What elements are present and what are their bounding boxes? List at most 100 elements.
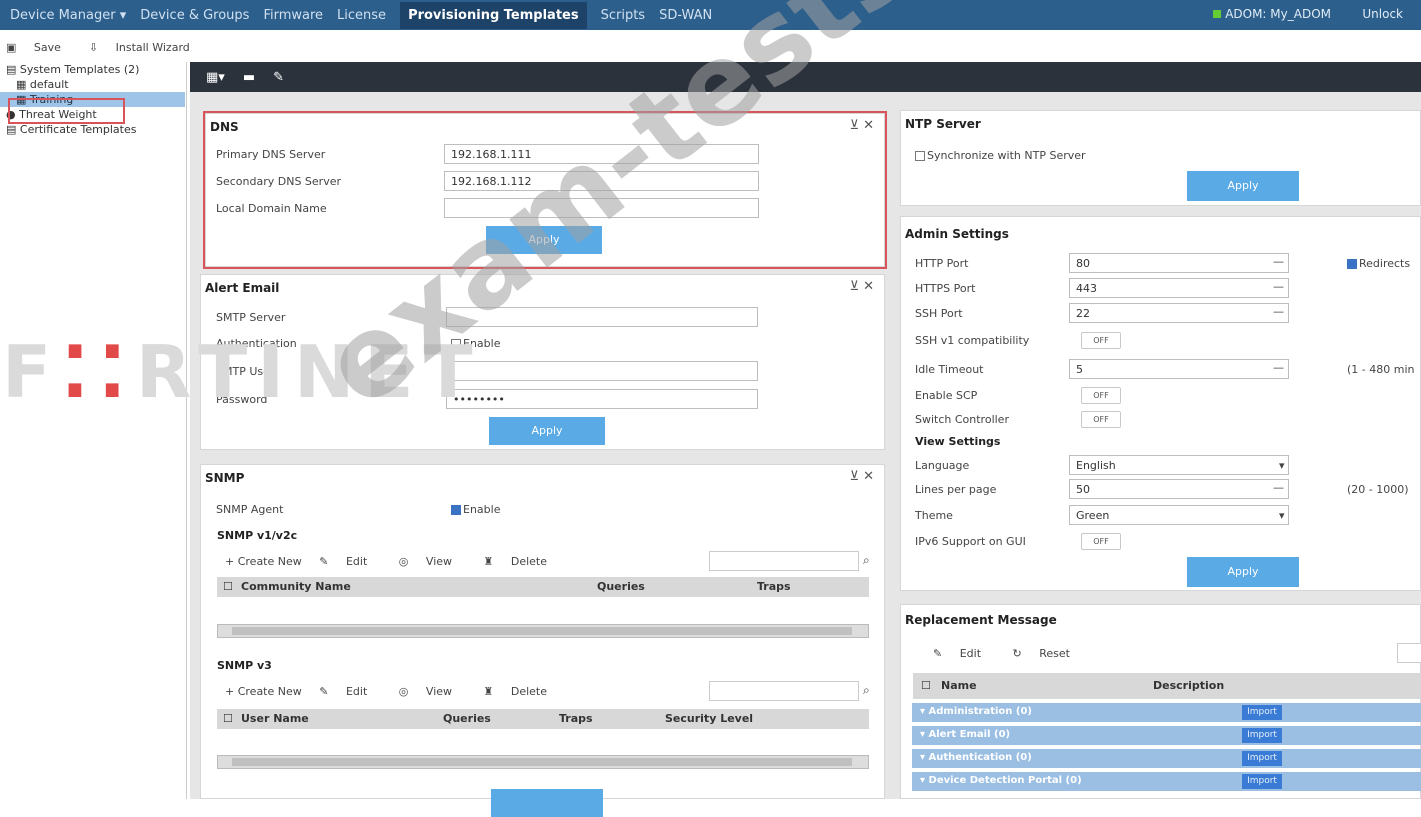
- edit-button[interactable]: ✎ Edit: [933, 647, 995, 660]
- import-button[interactable]: Import: [1242, 774, 1282, 789]
- snmp-agent-checkbox[interactable]: Enable: [451, 503, 500, 516]
- panel-title: SNMP: [205, 471, 245, 485]
- adom-selector[interactable]: ADOM: My_ADOM: [1213, 7, 1331, 21]
- edit-icon[interactable]: ✎: [273, 70, 284, 85]
- snmp-apply-button[interactable]: [491, 789, 603, 817]
- nav-scripts[interactable]: Scripts: [601, 8, 645, 23]
- scrollbar-thumb[interactable]: [232, 758, 852, 766]
- nav-sdwan[interactable]: SD-WAN: [659, 8, 712, 23]
- nav-provisioning-templates[interactable]: Provisioning Templates: [400, 1, 587, 29]
- pin-icon[interactable]: ⊻: [849, 279, 859, 294]
- scp-toggle[interactable]: OFF: [1081, 387, 1121, 404]
- layout-icon[interactable]: ▦▾: [206, 70, 225, 85]
- horizontal-scrollbar[interactable]: [217, 624, 869, 638]
- chevron-down-icon[interactable]: ▾: [1279, 459, 1285, 472]
- pin-icon[interactable]: ⊻: [849, 469, 859, 484]
- table-row[interactable]: ▾ Alert Email (0) Import: [912, 726, 1421, 745]
- save-button[interactable]: ▣ Save: [6, 41, 75, 54]
- smtp-server-input[interactable]: [446, 307, 758, 327]
- import-button[interactable]: Import: [1242, 705, 1282, 720]
- widget-icon[interactable]: ▬: [243, 70, 255, 85]
- theme-select[interactable]: Green: [1069, 505, 1289, 525]
- row-label: Alert Email (0): [928, 729, 1011, 740]
- create-new-button[interactable]: + Create New: [225, 685, 302, 698]
- folder-icon: ▤: [6, 63, 20, 76]
- stepper-icon[interactable]: —: [1273, 280, 1284, 293]
- checkbox-label: Enable: [463, 503, 501, 516]
- idle-timeout-input[interactable]: 5: [1069, 359, 1289, 379]
- reset-icon: ↻: [1012, 647, 1026, 660]
- select-all-checkbox[interactable]: ☐: [921, 679, 931, 692]
- redirect-checkbox[interactable]: Redirects: [1347, 257, 1410, 270]
- reset-button[interactable]: ↻ Reset: [1013, 647, 1084, 660]
- switch-controller-toggle[interactable]: OFF: [1081, 411, 1121, 428]
- unlock-button[interactable]: Unlock: [1362, 7, 1403, 21]
- delete-button[interactable]: ♜ Delete: [484, 685, 562, 698]
- install-icon: ⇩: [88, 40, 102, 54]
- nav-license[interactable]: License: [337, 8, 386, 23]
- stepper-icon[interactable]: —: [1273, 305, 1284, 318]
- delete-button[interactable]: ♜ Delete: [484, 555, 562, 568]
- table-row[interactable]: ▾ Administration (0) Import: [912, 703, 1421, 722]
- create-new-button[interactable]: + Create New: [225, 555, 302, 568]
- checkbox-icon: [451, 505, 461, 515]
- edit-button[interactable]: ✎ Edit: [319, 685, 381, 698]
- nav-device-groups[interactable]: Device & Groups: [140, 8, 249, 23]
- adom-icon: [1213, 10, 1222, 18]
- close-icon[interactable]: ✕: [863, 469, 874, 484]
- ssh-port-input[interactable]: 22: [1069, 303, 1289, 323]
- stepper-icon[interactable]: —: [1273, 361, 1284, 374]
- row-label: Authentication (0): [928, 752, 1032, 763]
- language-select[interactable]: English: [1069, 455, 1289, 475]
- tree-system-templates[interactable]: ▤ System Templates (2): [0, 62, 185, 77]
- field-label: HTTPS Port: [915, 282, 976, 295]
- http-port-input[interactable]: 80: [1069, 253, 1289, 273]
- install-wizard-button[interactable]: ⇩ Install Wizard: [89, 41, 204, 54]
- action-bar: ▣ Save ⇩ Install Wizard: [0, 36, 218, 58]
- chevron-down-icon[interactable]: ▾: [1279, 509, 1285, 522]
- scrollbar-thumb[interactable]: [232, 627, 852, 635]
- import-button[interactable]: Import: [1242, 751, 1282, 766]
- snmp-v3-search-input[interactable]: [709, 681, 859, 701]
- field-label: Lines per page: [915, 483, 997, 496]
- nav-firmware[interactable]: Firmware: [263, 8, 323, 23]
- view-button[interactable]: ◎ View: [399, 685, 466, 698]
- edit-label: Edit: [345, 555, 368, 568]
- ipv6-toggle[interactable]: OFF: [1081, 533, 1121, 550]
- snmp-v12-search-input[interactable]: [709, 551, 859, 571]
- select-all-checkbox[interactable]: ☐: [223, 580, 233, 593]
- select-all-checkbox[interactable]: ☐: [223, 712, 233, 725]
- save-icon: ▣: [6, 40, 20, 54]
- close-icon[interactable]: ✕: [863, 279, 874, 294]
- alert-apply-button[interactable]: Apply: [489, 417, 605, 445]
- nav-device-manager[interactable]: Device Manager ▾: [10, 8, 126, 23]
- search-icon[interactable]: ⌕: [863, 683, 870, 698]
- https-port-input[interactable]: 443: [1069, 278, 1289, 298]
- trash-icon: ♜: [483, 685, 497, 698]
- edit-button[interactable]: ✎ Edit: [319, 555, 381, 568]
- tree-default[interactable]: ▦ default: [0, 77, 185, 92]
- logo-part: ⁚⁚: [61, 330, 136, 414]
- smtp-user-input[interactable]: [446, 361, 758, 381]
- sshv1-toggle[interactable]: OFF: [1081, 332, 1121, 349]
- view-button[interactable]: ◎ View: [399, 555, 466, 568]
- snmp-v3-toolbar: + Create New ✎ Edit ◎ View ♜ Delete: [225, 685, 575, 698]
- stepper-icon[interactable]: —: [1273, 255, 1284, 268]
- horizontal-scrollbar[interactable]: [217, 755, 869, 769]
- search-icon[interactable]: ⌕: [863, 553, 870, 568]
- panel-controls: ⊻ ✕: [849, 279, 874, 294]
- replacement-search-input[interactable]: [1397, 643, 1421, 663]
- table-row[interactable]: ▾ Authentication (0) Import: [912, 749, 1421, 768]
- password-input[interactable]: ••••••••: [446, 389, 758, 409]
- tree-certificate-templates[interactable]: ▤ Certificate Templates: [0, 122, 185, 137]
- admin-apply-button[interactable]: Apply: [1187, 557, 1299, 587]
- ntp-sync-checkbox[interactable]: Synchronize with NTP Server: [915, 149, 1086, 162]
- stepper-icon[interactable]: —: [1273, 481, 1284, 494]
- lines-per-page-input[interactable]: 50: [1069, 479, 1289, 499]
- import-button[interactable]: Import: [1242, 728, 1282, 743]
- table-row[interactable]: ▾ Device Detection Portal (0) Import: [912, 772, 1421, 791]
- lines-range-hint: (20 - 1000): [1347, 483, 1409, 496]
- column-header: Queries: [597, 580, 645, 593]
- row-name: ▾ Alert Email (0): [920, 729, 1011, 740]
- ntp-apply-button[interactable]: Apply: [1187, 171, 1299, 201]
